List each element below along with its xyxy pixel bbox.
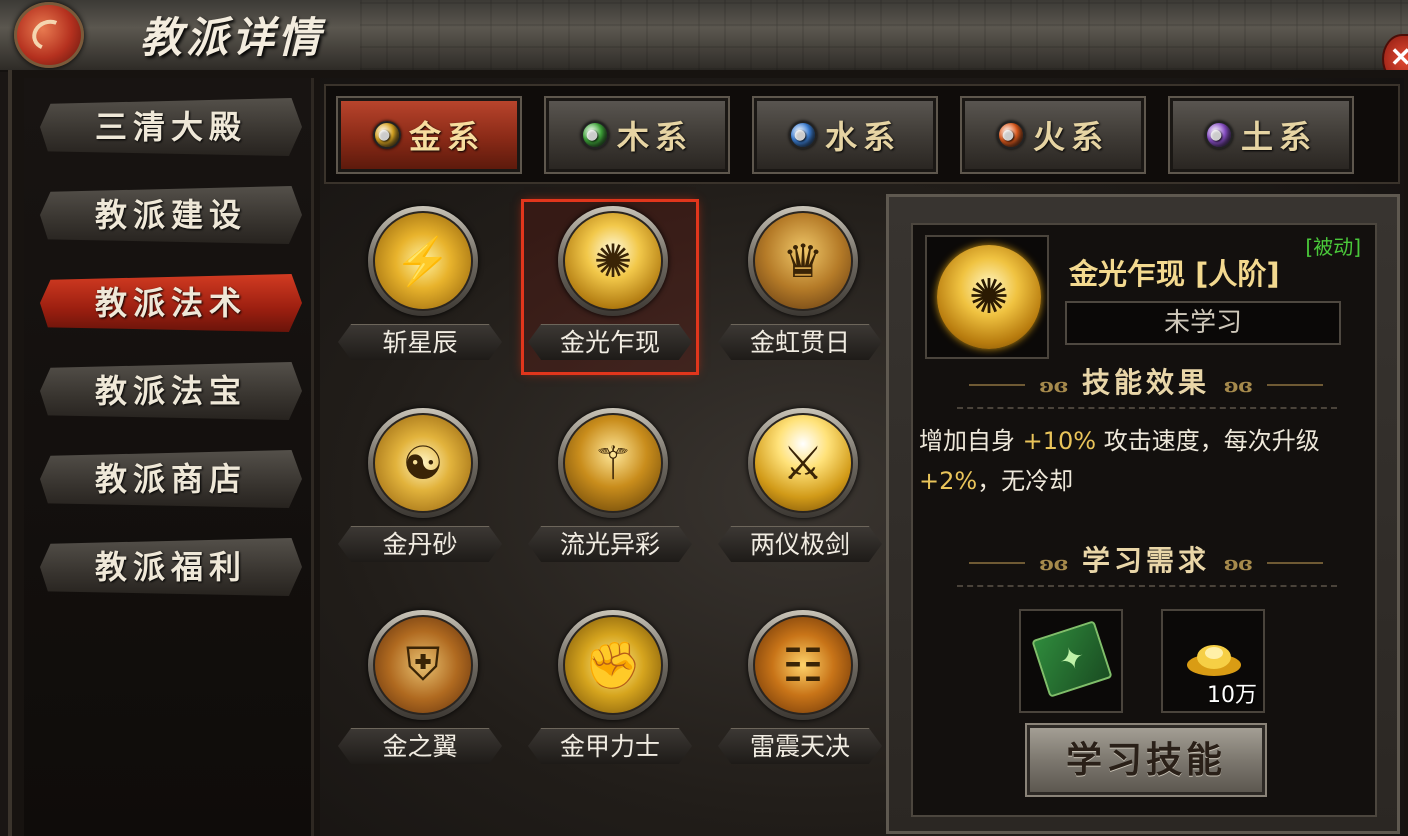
skill-slot[interactable]: ☷ 雷震天决	[714, 606, 886, 776]
skill-icon-ring: ⛨	[368, 610, 478, 720]
effect-value: +2%	[919, 467, 978, 495]
effect-text-part: 增加自身	[919, 427, 1023, 455]
skill-slot[interactable]: ⛨ 金之翼	[334, 606, 506, 776]
element-tab-bar: ● 金系 ● 木系 ● 水系 ● 火系 ● 土系	[324, 84, 1400, 184]
effect-text-part: ，无冷却	[977, 467, 1074, 495]
earth-orb-icon: ●	[1204, 121, 1233, 149]
tab-label: 水系	[824, 118, 901, 156]
water-orb-icon: ●	[788, 121, 817, 149]
detail-icon-frame: ✺	[925, 235, 1049, 359]
requirement-item-gold[interactable]: 10万	[1161, 609, 1265, 713]
skill-slot[interactable]: ⚡ 斩星辰	[334, 202, 506, 372]
sword-lightning-icon: ⚡	[373, 211, 473, 311]
skill-detail-inner: [被动] ✺ 金光乍现 [人阶] 未学习 ʚɞ 技能效果 ʚɞ 增加自身 +10% …	[911, 223, 1377, 817]
tab-water[interactable]: ● 水系	[752, 96, 938, 174]
skill-icon-ring: ✊	[558, 610, 668, 720]
skill-slot[interactable]: ☯ 金丹砂	[334, 404, 506, 574]
skill-slot[interactable]: ⚚ 流光异彩	[524, 404, 696, 574]
gourd-burst-icon: ✺	[563, 211, 663, 311]
sidebar-item-build[interactable]: 教派建设	[40, 186, 302, 244]
tab-label: 土系	[1240, 118, 1317, 156]
learn-skill-button[interactable]: 学习技能	[1025, 723, 1267, 797]
skill-label: 金虹贯日	[718, 324, 882, 360]
tab-fire[interactable]: ● 火系	[960, 96, 1146, 174]
tab-earth[interactable]: ● 土系	[1168, 96, 1354, 174]
title-bar: 教派详情	[0, 0, 1408, 72]
skill-label: 流光异彩	[528, 526, 692, 562]
title-bar-pattern	[360, 0, 1408, 70]
skill-icon-ring: ☷	[748, 610, 858, 720]
skill-detail-panel: [被动] ✺ 金光乍现 [人阶] 未学习 ʚɞ 技能效果 ʚɞ 增加自身 +10% …	[886, 194, 1400, 834]
sage-aura-icon: ⚚	[563, 413, 663, 513]
warrior-roar-icon: ♛	[753, 211, 853, 311]
page-title: 教派详情	[140, 13, 325, 62]
skill-slot[interactable]: ✺ 金光乍现	[521, 199, 699, 375]
effect-value: +10%	[1022, 427, 1097, 455]
metal-orb-icon: ●	[372, 121, 401, 149]
skill-label: 两仪极剑	[718, 526, 882, 562]
fire-orb-icon: ●	[996, 121, 1025, 149]
skill-name: 金光乍现 [人阶]	[1069, 257, 1280, 291]
requirement-count: 10万	[1207, 683, 1257, 708]
thunder-chest-icon: ☷	[753, 615, 853, 715]
sect-emblem-icon	[14, 2, 84, 68]
effect-heading: ʚɞ 技能效果 ʚɞ	[913, 361, 1379, 401]
sidebar-item-hall[interactable]: 三清大殿	[40, 98, 302, 156]
requirement-item-book[interactable]: ✦	[1019, 609, 1123, 713]
skill-icon-ring: ☯	[368, 408, 478, 518]
gourd-burst-icon: ✺	[937, 245, 1041, 349]
golden-gauntlet-icon: ✊	[563, 615, 663, 715]
skill-icon-ring: ♛	[748, 206, 858, 316]
skill-label: 金丹砂	[338, 526, 502, 562]
taiji-icon: ☯	[373, 413, 473, 513]
divider	[957, 585, 1337, 587]
skill-icon-ring: ⚔	[748, 408, 858, 518]
skill-label: 金之翼	[338, 728, 502, 764]
skill-icon-ring: ✺	[558, 206, 668, 316]
sword-light-icon: ⚔	[753, 413, 853, 513]
skill-icon-ring: ⚡	[368, 206, 478, 316]
tab-label: 火系	[1032, 118, 1109, 156]
skill-icon-ring: ⚚	[558, 408, 668, 518]
tab-metal[interactable]: ● 金系	[336, 96, 522, 174]
effect-text-part: 攻击速度，每次升级	[1096, 427, 1320, 455]
effect-description: 增加自身 +10% 攻击速度，每次升级 +2%，无冷却	[919, 421, 1375, 501]
skill-slot[interactable]: ✊ 金甲力士	[524, 606, 696, 776]
sidebar-item-treasure[interactable]: 教派法宝	[40, 362, 302, 420]
sidebar-item-shop[interactable]: 教派商店	[40, 450, 302, 508]
requirement-heading: ʚɞ 学习需求 ʚɞ	[913, 539, 1379, 579]
skill-label: 斩星辰	[338, 324, 502, 360]
content-area: ● 金系 ● 木系 ● 水系 ● 火系 ● 土系 ⚡ 斩星辰 ✺ 金光乍现 ♛ 金虹贯日 ☯…	[320, 78, 1404, 836]
tab-wood[interactable]: ● 木系	[544, 96, 730, 174]
divider	[957, 407, 1337, 409]
sidebar-item-spells[interactable]: 教派法术	[40, 274, 302, 332]
skill-label: 金甲力士	[528, 728, 692, 764]
tab-label: 金系	[408, 118, 485, 156]
main-panel: 三清大殿 教派建设 教派法术 教派法宝 教派商店 教派福利 ● 金系 ● 木系 …	[8, 70, 1408, 836]
learn-status: 未学习	[1065, 301, 1341, 345]
tab-label: 木系	[616, 118, 693, 156]
skill-slot[interactable]: ♛ 金虹贯日	[714, 202, 886, 372]
wood-orb-icon: ●	[580, 121, 609, 149]
shield-icon: ⛨	[373, 615, 473, 715]
skill-book-icon: ✦	[1031, 620, 1113, 698]
skill-slot[interactable]: ⚔ 两仪极剑	[714, 404, 886, 574]
skill-label: 雷震天决	[718, 728, 882, 764]
skill-label: 金光乍现	[528, 324, 692, 360]
sidebar-item-welfare[interactable]: 教派福利	[40, 538, 302, 596]
sidebar: 三清大殿 教派建设 教派法术 教派法宝 教派商店 教派福利	[24, 78, 314, 836]
passive-tag: [被动]	[1305, 235, 1361, 259]
